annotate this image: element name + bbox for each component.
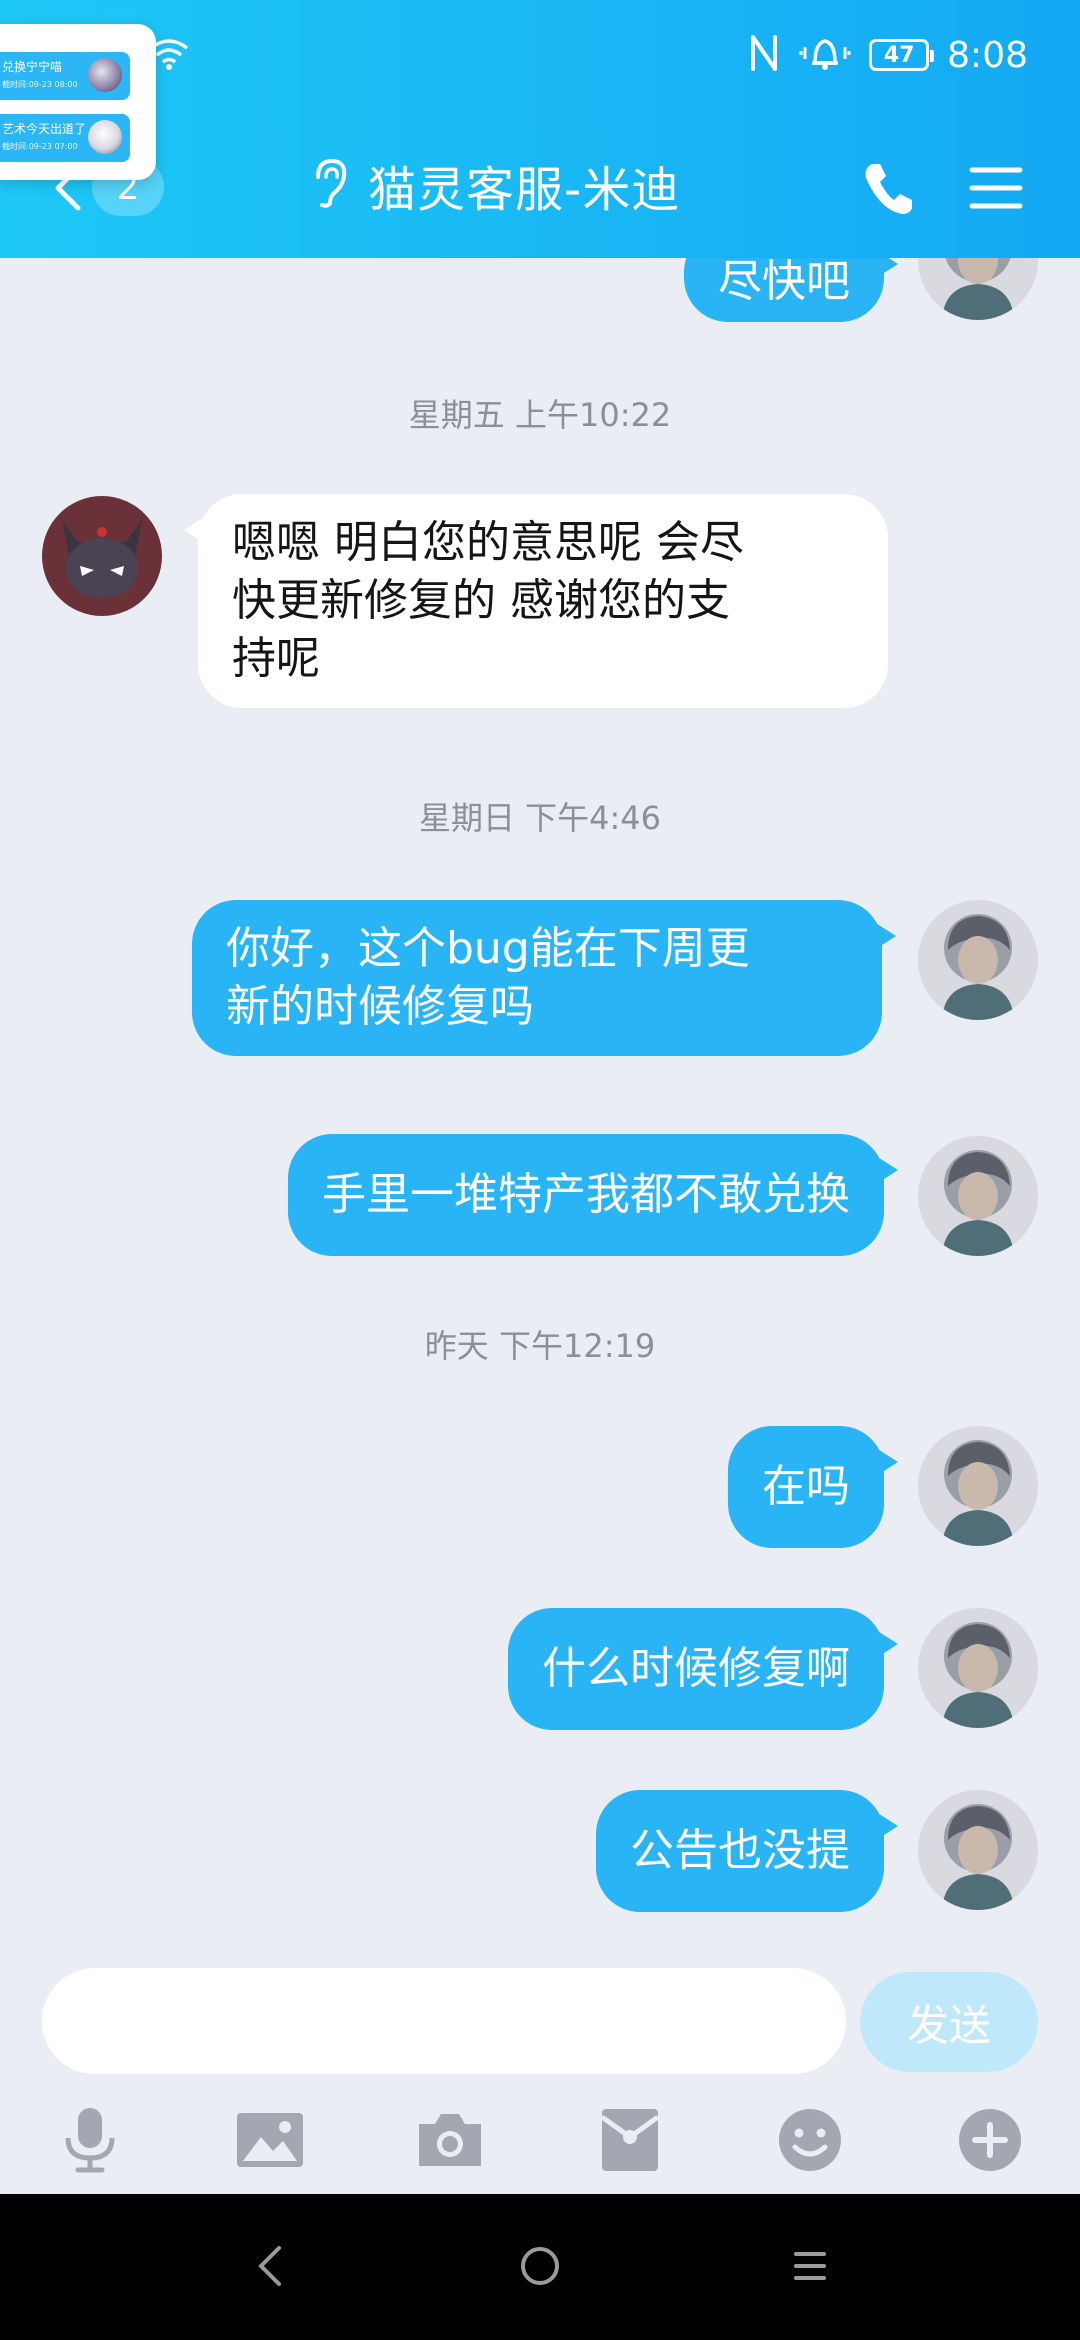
avatar-me[interactable] — [918, 1426, 1038, 1546]
status-indicators: 47 8:08 — [747, 30, 1028, 80]
user-avatar-image — [918, 1790, 1038, 1910]
avatar-me[interactable] — [918, 900, 1038, 1020]
bell-vibrate-icon — [799, 33, 851, 77]
message-text: 尽快吧 — [718, 258, 850, 307]
avatar-me[interactable] — [918, 1136, 1038, 1256]
hamburger-icon — [969, 167, 1023, 209]
message-bubble-outgoing[interactable]: 手里一堆特产我都不敢兑换 — [288, 1134, 898, 1256]
float-preview-title: 艺术今天出道了 — [2, 122, 87, 136]
user-avatar-image — [918, 258, 1038, 320]
user-avatar-image — [918, 1608, 1038, 1728]
message-text-line: 持呢 — [232, 633, 320, 684]
float-preview-time: 截时间:09-23 08:00 — [2, 80, 78, 89]
floating-preview-card[interactable]: 兑换宁宁喵 截时间:09-23 08:00 艺术今天出道了 截时间:09-23 … — [0, 24, 156, 180]
menu-button[interactable] — [966, 158, 1026, 218]
system-recents-icon[interactable] — [780, 2236, 840, 2296]
float-preview-title: 兑换宁宁喵 — [2, 60, 63, 74]
timestamp: 昨天 下午12:19 — [424, 1327, 656, 1365]
status-time: 8:08 — [947, 34, 1028, 76]
message-text: 什么时候修复啊 — [542, 1643, 850, 1694]
plus-icon[interactable] — [954, 2104, 1026, 2176]
message-text: 手里一堆特产我都不敢兑换 — [322, 1169, 850, 1220]
timestamp: 星期五 上午10:22 — [408, 396, 672, 434]
system-home-icon[interactable] — [510, 2236, 570, 2296]
nav-bar: 2 猫灵客服-米迪 — [0, 130, 1080, 240]
message-text: 公告也没提 — [630, 1825, 850, 1876]
phone-icon — [865, 164, 912, 214]
timestamp: 星期日 下午4:46 — [418, 799, 662, 837]
microphone-icon[interactable] — [54, 2104, 126, 2176]
chat-title: 猫灵客服-米迪 — [368, 162, 681, 218]
avatar-support-agent[interactable] — [42, 496, 162, 616]
float-preview-item[interactable]: 兑换宁宁喵 截时间:09-23 08:00 — [0, 52, 130, 100]
user-avatar-image — [918, 1426, 1038, 1546]
message-input[interactable] — [42, 1968, 846, 2074]
message-bubble-outgoing[interactable]: 尽快吧 — [684, 258, 898, 322]
avatar-me[interactable] — [918, 258, 1038, 320]
composer-toolbar — [0, 2080, 1080, 2194]
message-list[interactable]: 尽快吧 星期五 上午10:22 嗯嗯 明白您的意思呢 会尽 快更新修复的 感谢您… — [0, 258, 1080, 1950]
user-avatar-image — [918, 1136, 1038, 1256]
float-preview-item[interactable]: 艺术今天出道了 截时间:09-23 07:00 — [0, 114, 130, 162]
message-text-line: 快更新修复的 感谢您的支 — [232, 575, 730, 626]
message-bubble-outgoing[interactable]: 你好，这个bug能在下周更 新的时候修复吗 — [192, 900, 896, 1056]
message-text: 在吗 — [762, 1461, 850, 1512]
float-preview-thumbnail — [88, 120, 122, 154]
status-bar: 47 8:08 — [0, 0, 1080, 110]
battery-indicator: 47 — [869, 39, 935, 71]
float-preview-thumbnail — [88, 58, 122, 92]
image-icon[interactable] — [234, 2104, 306, 2176]
title-area: 猫灵客服-米迪 — [310, 155, 680, 218]
call-button[interactable] — [858, 158, 918, 218]
message-text-line: 新的时候修复吗 — [226, 981, 534, 1032]
nfc-icon — [747, 33, 781, 77]
chat-header: 47 8:08 2 猫灵客服-米迪 — [0, 0, 1080, 258]
message-text-line: 你好，这个bug能在下周更 — [226, 923, 750, 974]
message-text-line: 嗯嗯 明白您的意思呢 会尽 — [232, 517, 744, 568]
message-bubble-outgoing[interactable]: 什么时候修复啊 — [508, 1608, 898, 1730]
ear-icon — [310, 155, 350, 215]
float-preview-time: 截时间:09-23 07:00 — [2, 142, 78, 151]
user-avatar-image — [918, 900, 1038, 1020]
send-button[interactable]: 发送 — [860, 1972, 1038, 2072]
message-bubble-outgoing[interactable]: 公告也没提 — [596, 1790, 898, 1912]
message-bubble-incoming[interactable]: 嗯嗯 明白您的意思呢 会尽 快更新修复的 感谢您的支 持呢 — [184, 494, 888, 708]
system-navigation-bar — [0, 2194, 1080, 2340]
emoji-icon[interactable] — [774, 2104, 846, 2176]
bot-avatar-image — [42, 496, 162, 616]
red-packet-icon[interactable] — [594, 2104, 666, 2176]
system-back-icon[interactable] — [240, 2236, 300, 2296]
avatar-me[interactable] — [918, 1790, 1038, 1910]
message-bubble-outgoing[interactable]: 在吗 — [728, 1426, 898, 1548]
avatar-me[interactable] — [918, 1608, 1038, 1728]
composer: 发送 — [0, 1950, 1080, 2080]
camera-icon[interactable] — [414, 2104, 486, 2176]
